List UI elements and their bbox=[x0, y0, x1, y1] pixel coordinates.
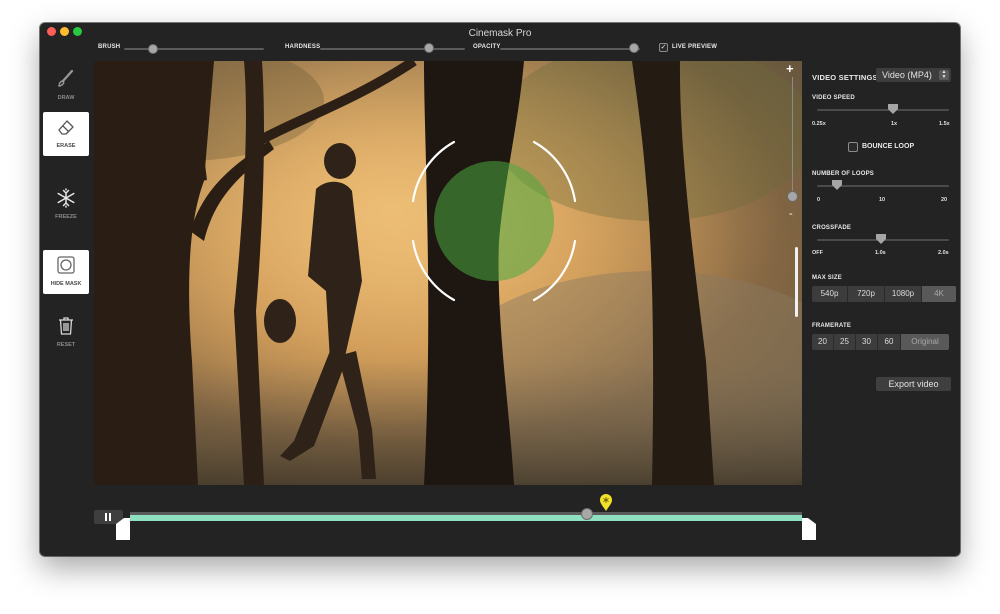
hardness-knob[interactable] bbox=[424, 43, 434, 53]
live-preview-checkbox[interactable]: ✓ bbox=[659, 43, 668, 52]
max-size-label: MAX SIZE bbox=[812, 275, 842, 281]
tool-draw[interactable]: DRAW bbox=[43, 64, 89, 108]
timeline-range bbox=[130, 515, 802, 521]
loops-min: 0 bbox=[817, 197, 821, 203]
chevron-up-down-icon: ▲ ▼ bbox=[939, 70, 949, 80]
export-video-button[interactable]: Export video bbox=[876, 377, 951, 391]
zoom-track[interactable] bbox=[792, 77, 793, 192]
video-speed-knob[interactable] bbox=[887, 103, 899, 115]
max-size-720p[interactable]: 720p bbox=[848, 286, 885, 302]
framerate-30[interactable]: 30 bbox=[856, 334, 878, 350]
framerate-segmented[interactable]: 20 25 30 60 Original bbox=[812, 334, 949, 350]
brush-size-label: BRUSH bbox=[98, 44, 121, 50]
zoom-out-button[interactable]: - bbox=[789, 208, 793, 220]
video-speed-min: 0.25x bbox=[812, 121, 826, 127]
video-speed-slider[interactable] bbox=[817, 109, 949, 111]
tool-erase-label: ERASE bbox=[56, 143, 76, 149]
tool-draw-label: DRAW bbox=[57, 95, 75, 101]
loops-label: NUMBER OF LOOPS bbox=[812, 171, 875, 177]
eraser-icon bbox=[58, 120, 74, 135]
freeze-marker-icon[interactable] bbox=[599, 494, 613, 512]
framerate-20[interactable]: 20 bbox=[812, 334, 834, 350]
loops-max: 20 bbox=[941, 197, 948, 203]
minimize-window-button[interactable] bbox=[60, 27, 69, 36]
brush-icon bbox=[58, 69, 74, 87]
snowflake-icon bbox=[57, 188, 75, 208]
video-speed-mid: 1x bbox=[891, 121, 898, 127]
title-bar: Cinemask Pro bbox=[40, 23, 960, 39]
trim-end-handle[interactable] bbox=[802, 518, 816, 540]
framerate-label: FRAMERATE bbox=[812, 323, 852, 329]
tool-erase[interactable]: ERASE bbox=[43, 112, 89, 156]
close-window-button[interactable] bbox=[47, 27, 56, 36]
framerate-25[interactable]: 25 bbox=[834, 334, 856, 350]
opacity-knob[interactable] bbox=[629, 43, 639, 53]
video-canvas[interactable] bbox=[94, 61, 802, 485]
hide-mask-icon bbox=[57, 256, 75, 274]
max-size-segmented[interactable]: 540p 720p 1080p 4K bbox=[812, 286, 956, 302]
crossfade-mid: 1.0s bbox=[875, 250, 886, 256]
framerate-original[interactable]: Original bbox=[901, 334, 949, 350]
zoom-knob[interactable] bbox=[787, 191, 798, 202]
tool-hide-mask-label: HIDE MASK bbox=[50, 281, 82, 287]
app-window: Cinemask Pro BRUSH HARDNESS OPACITY ✓ LI… bbox=[40, 23, 960, 556]
framerate-60[interactable]: 60 bbox=[878, 334, 901, 350]
loops-mid: 10 bbox=[879, 197, 886, 203]
opacity-slider[interactable] bbox=[500, 48, 640, 50]
format-select-value: Video (MP4) bbox=[882, 70, 932, 80]
max-size-540p[interactable]: 540p bbox=[812, 286, 848, 302]
video-settings-panel: VIDEO SETTINGS Video (MP4) ▲ ▼ VIDEO SPEE… bbox=[811, 61, 956, 421]
video-speed-max: 1.5x bbox=[939, 121, 950, 127]
brush-size-slider[interactable] bbox=[124, 48, 264, 50]
pause-icon bbox=[105, 513, 107, 521]
tool-freeze-label: FREEZE bbox=[55, 214, 77, 220]
format-select[interactable]: Video (MP4) ▲ ▼ bbox=[876, 68, 951, 82]
crossfade-label: CROSSFADE bbox=[812, 225, 852, 231]
tool-freeze[interactable]: FREEZE bbox=[43, 183, 89, 227]
brush-settings-bar: BRUSH HARDNESS OPACITY ✓ LIVE PREVIEW bbox=[40, 39, 960, 59]
crossfade-max: 2.0s bbox=[938, 250, 949, 256]
video-settings-title: VIDEO SETTINGS bbox=[812, 73, 878, 82]
bounce-loop-label: BOUNCE LOOP bbox=[862, 143, 915, 150]
window-title: Cinemask Pro bbox=[468, 28, 532, 39]
video-frame bbox=[94, 61, 802, 485]
tool-reset-label: RESET bbox=[56, 342, 76, 348]
trash-icon bbox=[59, 317, 73, 335]
crossfade-min: OFF bbox=[812, 250, 823, 256]
panel-scrollbar[interactable] bbox=[795, 247, 798, 317]
trim-start-handle[interactable] bbox=[116, 518, 130, 540]
timeline bbox=[40, 489, 960, 556]
video-speed-label: VIDEO SPEED bbox=[812, 95, 855, 101]
crossfade-knob[interactable] bbox=[875, 233, 887, 245]
zoom-window-button[interactable] bbox=[73, 27, 82, 36]
loops-knob[interactable] bbox=[831, 179, 843, 191]
max-size-1080p[interactable]: 1080p bbox=[885, 286, 922, 302]
hardness-label: HARDNESS bbox=[285, 44, 321, 50]
opacity-label: OPACITY bbox=[473, 44, 501, 50]
brush-size-knob[interactable] bbox=[148, 44, 158, 54]
playhead-knob[interactable] bbox=[581, 508, 593, 520]
max-size-4k[interactable]: 4K bbox=[922, 286, 956, 302]
hardness-slider[interactable] bbox=[320, 48, 465, 50]
live-preview-label: LIVE PREVIEW bbox=[672, 44, 718, 50]
tool-hide-mask[interactable]: HIDE MASK bbox=[43, 250, 89, 294]
tool-reset[interactable]: RESET bbox=[43, 311, 89, 355]
bounce-loop-checkbox[interactable] bbox=[848, 142, 858, 152]
zoom-in-button[interactable]: + bbox=[786, 61, 794, 76]
checkmark-icon: ✓ bbox=[660, 44, 667, 51]
